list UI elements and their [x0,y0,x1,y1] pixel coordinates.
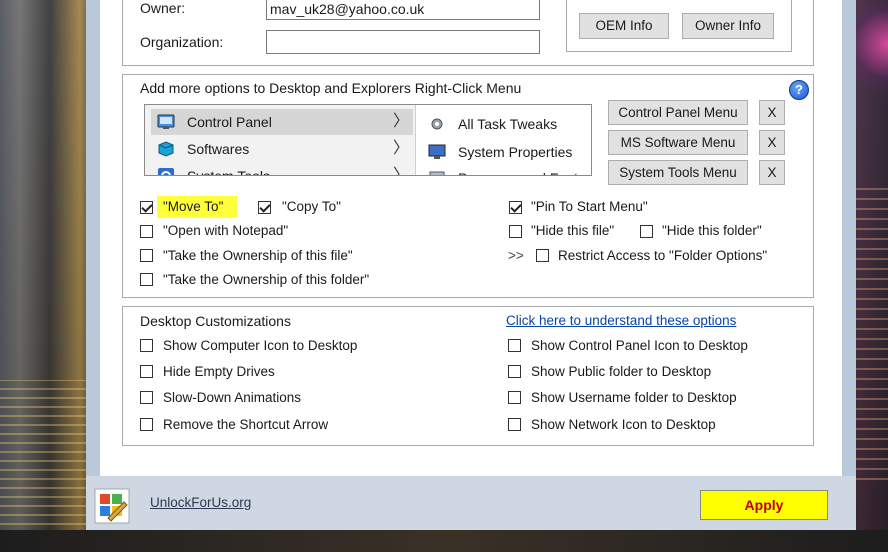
menu-item-control-panel[interactable]: Control Panel 〉 [151,109,413,135]
submenu-item-system-properties[interactable]: System Properties [424,139,591,165]
pin-to-start-checkbox[interactable] [509,201,522,214]
copy-to-checkbox[interactable] [258,201,271,214]
wallpaper-city-lights [0,380,100,552]
menu-preview-submenu: All Task Tweaks System Properties Progra… [415,105,591,175]
move-to-checkbox[interactable] [140,201,153,214]
pin-to-start-label: "Pin To Start Menu" [531,199,648,214]
window-client-area: Owner: mav_uk28@yahoo.co.uk Organization… [100,0,842,476]
hide-empty-drives-checkbox[interactable] [140,365,153,378]
ms-software-menu-button[interactable]: MS Software Menu [608,130,748,155]
show-computer-icon-checkbox[interactable] [140,339,153,352]
remove-shortcut-arrow-label: Remove the Shortcut Arrow [163,417,329,432]
show-network-icon-checkbox[interactable] [508,418,521,431]
control-panel-icon [157,114,175,129]
take-ownership-folder-checkbox[interactable] [140,273,153,286]
menu-item-label: Softwares [187,141,250,157]
hide-this-folder-label: "Hide this folder" [662,223,762,238]
programs-icon [429,171,445,175]
restrict-access-checkbox[interactable] [536,249,549,262]
gear-icon [431,118,443,130]
submenu-item-all-task-tweaks[interactable]: All Task Tweaks [424,111,591,137]
window-footer: UnlockForUs.org Apply [86,476,856,530]
submenu-item-programs[interactable]: Programs and Featu [424,165,591,175]
help-icon[interactable]: ? [789,80,809,100]
take-ownership-folder-label: "Take the Ownership of this folder" [163,272,370,287]
owner-label: Owner: [140,0,186,16]
move-to-label: "Move To" [163,199,224,214]
organization-label: Organization: [140,34,224,50]
menu-item-label: System Tools [187,168,270,176]
open-with-notepad-checkbox[interactable] [140,225,153,238]
submenu-item-label: System Properties [458,144,573,160]
app-logo-icon [94,488,130,524]
system-tools-icon [158,168,174,175]
show-username-folder-label: Show Username folder to Desktop [531,390,737,405]
menu-item-system-tools[interactable]: System Tools 〉 [151,163,413,176]
chevron-right-icon: 〉 [392,113,409,130]
show-username-folder-checkbox[interactable] [508,391,521,404]
restrict-access-label: Restrict Access to "Folder Options" [558,248,768,263]
submenu-item-label: Programs and Featu [458,165,586,175]
tweaker-window: Owner: mav_uk28@yahoo.co.uk Organization… [86,0,856,530]
wallpaper-city-lights-right [854,180,888,480]
show-public-folder-label: Show Public folder to Desktop [531,364,712,379]
menu-preview: Control Panel 〉 Softwares 〉 System Tools… [144,104,592,176]
hide-this-file-label: "Hide this file" [531,223,615,238]
show-public-folder-checkbox[interactable] [508,365,521,378]
unlockforus-link[interactable]: UnlockForUs.org [150,495,251,510]
control-panel-menu-button[interactable]: Control Panel Menu [608,100,748,125]
submenu-item-label: All Task Tweaks [458,116,558,132]
apply-button[interactable]: Apply [700,490,828,520]
show-network-icon-label: Show Network Icon to Desktop [531,417,716,432]
slow-down-animations-checkbox[interactable] [140,391,153,404]
restrict-access-prefix: >> [508,248,524,263]
remove-control-panel-menu-button[interactable]: X [759,100,785,125]
owner-field[interactable]: mav_uk28@yahoo.co.uk [266,0,540,20]
chevron-right-icon: 〉 [392,140,409,157]
show-control-panel-icon-checkbox[interactable] [508,339,521,352]
system-tools-menu-button[interactable]: System Tools Menu [608,160,748,185]
organization-field[interactable] [266,30,540,54]
wallpaper-firework [854,0,888,110]
show-control-panel-icon-label: Show Control Panel Icon to Desktop [531,338,748,353]
monitor-icon [428,144,446,159]
slow-down-animations-label: Slow-Down Animations [163,390,302,405]
menu-preview-main: Control Panel 〉 Softwares 〉 System Tools… [145,105,415,175]
softwares-icon [158,141,174,157]
menu-item-label: Control Panel [187,114,272,130]
show-computer-icon-label: Show Computer Icon to Desktop [163,338,358,353]
chevron-right-icon: 〉 [392,167,409,176]
hide-this-folder-checkbox[interactable] [640,225,653,238]
take-ownership-file-label: "Take the Ownership of this file" [163,248,353,263]
desktop-customizations-title: Desktop Customizations [140,313,291,329]
hide-empty-drives-label: Hide Empty Drives [163,364,275,379]
remove-ms-software-menu-button[interactable]: X [759,130,785,155]
remove-shortcut-arrow-checkbox[interactable] [140,418,153,431]
copy-to-label: "Copy To" [282,199,341,214]
oem-info-button[interactable]: OEM Info [579,13,669,39]
owner-info-button[interactable]: Owner Info [682,13,774,39]
take-ownership-file-checkbox[interactable] [140,249,153,262]
remove-system-tools-menu-button[interactable]: X [759,160,785,185]
hide-this-file-checkbox[interactable] [509,225,522,238]
wallpaper-ground [0,530,888,552]
menu-item-softwares[interactable]: Softwares 〉 [151,136,413,162]
understand-options-link[interactable]: Click here to understand these options [506,313,736,328]
context-menu-title: Add more options to Desktop and Explorer… [140,80,522,96]
open-with-notepad-label: "Open with Notepad" [163,223,289,238]
